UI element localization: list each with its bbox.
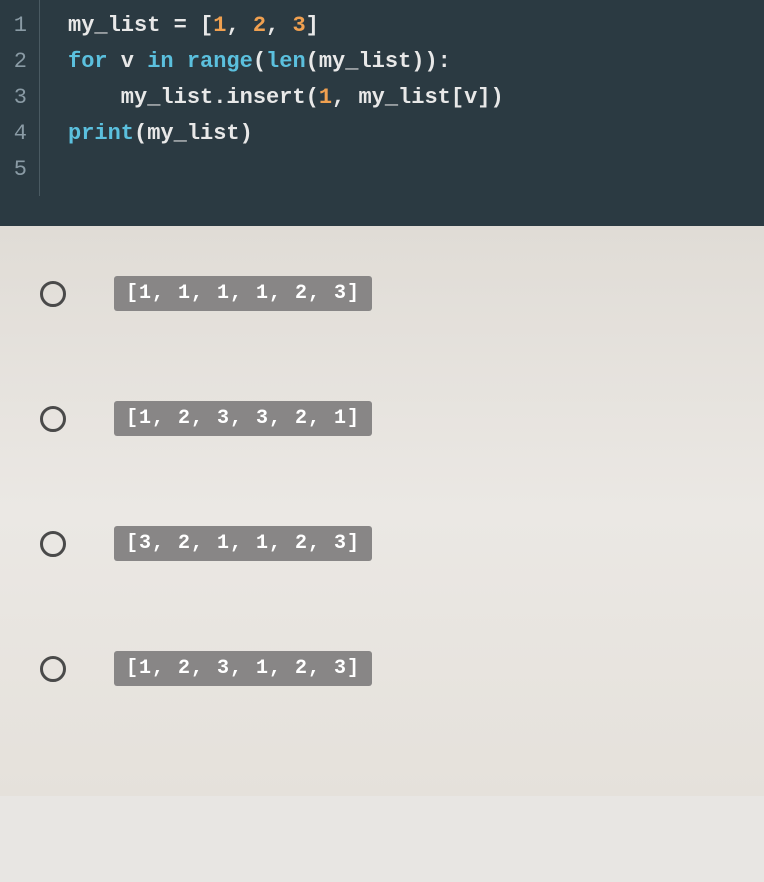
option-text: [3, 2, 1, 1, 2, 3] [114, 526, 372, 561]
options-section: [1, 1, 1, 1, 2, 3] [1, 2, 3, 3, 2, 1] [3… [0, 226, 764, 796]
code-line-3: my_list.insert(1, my_list[v]) [68, 80, 764, 116]
line-number: 3 [8, 80, 27, 116]
radio-icon[interactable] [40, 656, 66, 682]
option-2[interactable]: [1, 2, 3, 3, 2, 1] [40, 401, 744, 436]
code-line-4: print(my_list) [68, 116, 764, 152]
option-4[interactable]: [1, 2, 3, 1, 2, 3] [40, 651, 744, 686]
line-gutter: 1 2 3 4 5 [0, 0, 40, 196]
option-3[interactable]: [3, 2, 1, 1, 2, 3] [40, 526, 744, 561]
code-line-2: for v in range(len(my_list)): [68, 44, 764, 80]
radio-icon[interactable] [40, 531, 66, 557]
code-content: my_list = [1, 2, 3] for v in range(len(m… [40, 0, 764, 196]
option-text: [1, 2, 3, 3, 2, 1] [114, 401, 372, 436]
line-number: 2 [8, 44, 27, 80]
code-line-1: my_list = [1, 2, 3] [68, 8, 764, 44]
line-number: 4 [8, 116, 27, 152]
radio-icon[interactable] [40, 406, 66, 432]
line-number: 1 [8, 8, 27, 44]
option-text: [1, 2, 3, 1, 2, 3] [114, 651, 372, 686]
option-text: [1, 1, 1, 1, 2, 3] [114, 276, 372, 311]
radio-icon[interactable] [40, 281, 66, 307]
code-editor: 1 2 3 4 5 my_list = [1, 2, 3] for v in r… [0, 0, 764, 226]
option-1[interactable]: [1, 1, 1, 1, 2, 3] [40, 276, 744, 311]
line-number: 5 [8, 152, 27, 188]
